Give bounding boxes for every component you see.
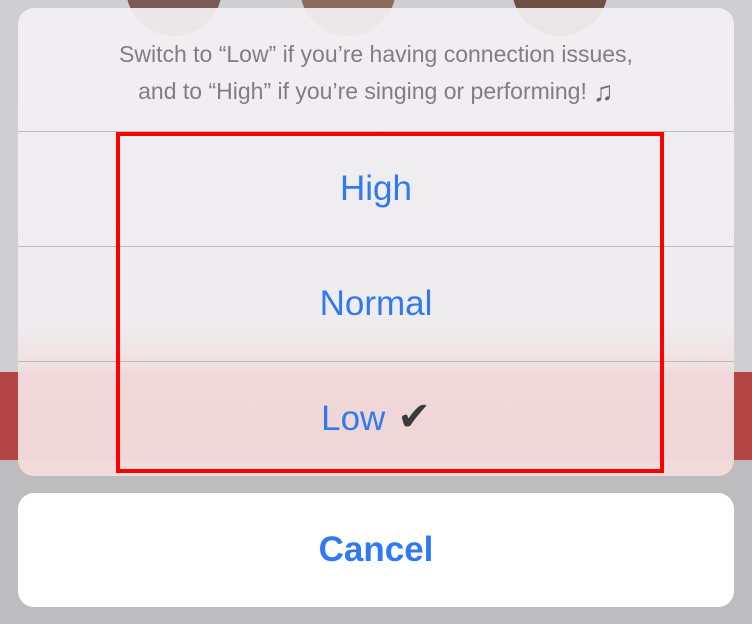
message-line-2-text: and to “High” if you’re singing or perfo… — [138, 78, 587, 104]
option-high-label: High — [340, 169, 412, 208]
option-low-label: Low — [321, 399, 386, 438]
option-normal[interactable]: Normal — [18, 247, 734, 362]
cancel-button[interactable]: Cancel — [18, 493, 734, 607]
action-sheet: Switch to “Low” if you’re having connect… — [18, 8, 734, 476]
option-high[interactable]: High — [18, 132, 734, 247]
cancel-button-label: Cancel — [318, 530, 434, 569]
option-low[interactable]: Low ✔ — [18, 362, 734, 476]
action-sheet-message: Switch to “Low” if you’re having connect… — [18, 8, 734, 132]
message-line-2: and to “High” if you’re singing or perfo… — [18, 73, 734, 110]
checkmark-icon: ✔ — [397, 395, 431, 439]
option-normal-label: Normal — [319, 284, 433, 323]
message-line-1: Switch to “Low” if you’re having connect… — [119, 41, 633, 67]
music-note-icon: ♫ — [592, 76, 614, 107]
